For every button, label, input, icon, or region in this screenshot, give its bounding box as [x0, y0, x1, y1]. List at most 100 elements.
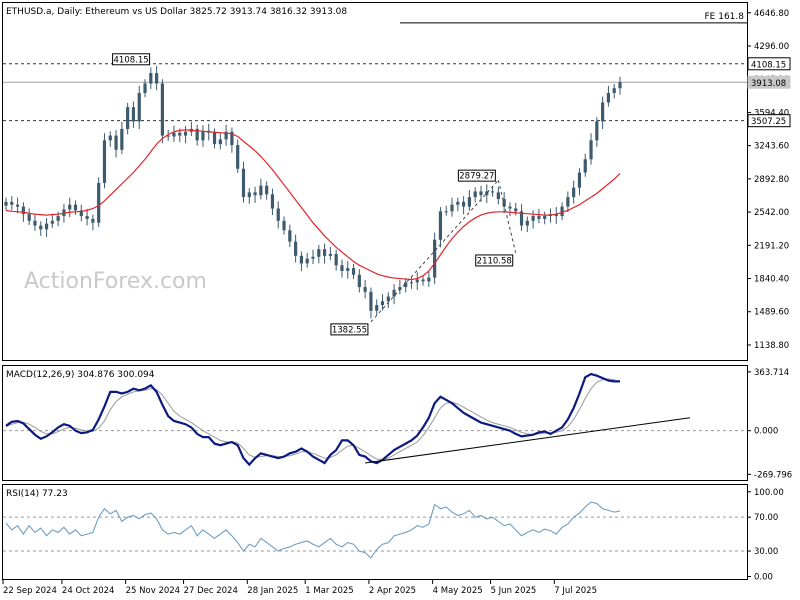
price-tick-label: 2191.20	[754, 241, 789, 251]
candle-body	[56, 216, 60, 221]
candle-body	[589, 140, 593, 160]
candle-body	[375, 305, 379, 311]
candle-body	[351, 268, 356, 275]
candle-body	[537, 216, 541, 219]
candle-body	[409, 282, 414, 284]
candle-body	[444, 211, 448, 213]
candle-body	[612, 88, 616, 93]
price-annotation-label: 1382.55	[332, 325, 367, 335]
candle-body	[270, 194, 275, 209]
candle-body	[120, 128, 124, 150]
candle-body	[456, 201, 460, 205]
candle-body	[334, 253, 338, 266]
date-tick-label: 1 Mar 2025	[305, 586, 353, 596]
candle-body	[346, 268, 350, 271]
price-annotation-label: 2110.58	[477, 256, 512, 266]
macd-tick-label: 0.000	[754, 427, 778, 437]
candle-body	[85, 216, 89, 219]
candle-body	[155, 73, 159, 84]
candle-body	[288, 230, 292, 242]
candle-body	[39, 225, 43, 230]
rsi-panel[interactable]	[2, 484, 748, 580]
candle-body	[305, 258, 309, 264]
candle-body	[421, 279, 425, 282]
candle-body	[247, 192, 251, 198]
price-tick-label: 4296.00	[754, 42, 789, 52]
rsi-label: RSI(14) 77.23	[6, 489, 68, 499]
candle-body	[415, 279, 419, 283]
candle-body	[514, 208, 518, 212]
candle-body	[618, 82, 622, 89]
candle-body	[91, 218, 95, 223]
date-tick-label: 28 Jan 2025	[247, 586, 298, 596]
date-tick-label: 27 Dec 2024	[184, 586, 238, 596]
price-tick-label: 4646.80	[754, 9, 789, 19]
candle-body	[178, 132, 182, 136]
candle-body	[508, 206, 512, 209]
rsi-tick-label: 100.00	[754, 488, 784, 498]
candle-body	[525, 220, 529, 226]
candle-body	[467, 197, 471, 207]
rsi-tick-label: 70.00	[754, 513, 778, 523]
candle-body	[218, 139, 222, 145]
candle-body	[473, 191, 477, 198]
candle-body	[386, 296, 390, 302]
macd-label: MACD(12,26,9) 304.876 300.094	[6, 370, 155, 380]
candle-body	[137, 92, 141, 122]
candle-body	[27, 214, 31, 221]
fibo-label: FE 161.8	[705, 12, 745, 22]
candle-body	[50, 220, 54, 224]
candle-body	[131, 107, 136, 122]
candle-body	[143, 83, 147, 93]
price-annotation-label: 2879.27	[459, 172, 494, 182]
date-tick-label: 2 Apr 2025	[369, 586, 416, 596]
candle-body	[33, 220, 37, 226]
candle-body	[15, 204, 20, 207]
candle-body	[259, 185, 263, 196]
candle-body	[450, 204, 454, 212]
candle-body	[606, 92, 611, 103]
candle-body	[114, 135, 118, 150]
candle-body	[253, 192, 257, 196]
candle-body	[531, 216, 535, 221]
candle-body	[595, 121, 599, 141]
candle-body	[543, 216, 547, 219]
candle-body	[479, 191, 483, 196]
candle-body	[369, 291, 373, 311]
candle-body	[183, 131, 188, 136]
candle-body	[601, 102, 605, 122]
date-tick-label: 4 May 2025	[433, 586, 483, 596]
candle-body	[340, 265, 344, 271]
candle-body	[201, 130, 205, 141]
candle-body	[241, 168, 246, 198]
candle-body	[97, 182, 101, 223]
candle-body	[44, 223, 49, 230]
candle-body	[4, 201, 8, 206]
trading-chart[interactable]: ActionForex.com ETHUSD.a, Daily: Ethereu…	[0, 0, 800, 600]
candle-body	[102, 140, 107, 183]
candle-body	[572, 187, 576, 198]
candle-body	[438, 211, 443, 240]
price-tick-label: 2542.00	[754, 208, 789, 218]
price-tick-label: 1840.40	[754, 275, 789, 285]
watermark: ActionForex.com	[24, 269, 207, 294]
candle-body	[322, 249, 327, 256]
chart-title: ETHUSD.a, Daily: Ethereum vs US Dollar 3…	[6, 7, 347, 17]
candle-body	[490, 191, 495, 193]
candle-body	[212, 132, 217, 145]
macd-tick-label: -269.796	[754, 470, 792, 480]
candle-body	[328, 253, 332, 256]
candle-body	[236, 145, 240, 169]
candle-body	[357, 274, 361, 288]
candle-body	[265, 185, 269, 195]
price-level-tag-label: 4108.15	[751, 60, 786, 70]
macd-tick-label: 363.714	[754, 368, 789, 378]
candle-body	[294, 241, 298, 256]
candle-body	[10, 201, 14, 205]
candle-body	[149, 73, 153, 84]
candle-body	[583, 159, 587, 173]
price-level-tag-label: 3913.08	[751, 79, 786, 89]
candle-body	[160, 83, 164, 136]
candle-body	[462, 201, 466, 207]
price-tick-label: 2892.80	[754, 175, 789, 185]
